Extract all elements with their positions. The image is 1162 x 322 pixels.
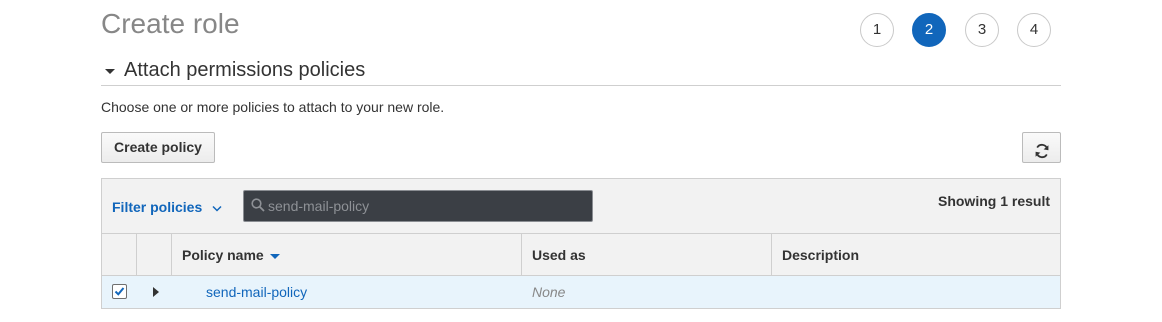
policy-name-header-label: Policy name	[182, 247, 264, 263]
expand-column-header	[137, 234, 172, 275]
search-box[interactable]	[243, 190, 593, 222]
step-3[interactable]: 3	[965, 13, 999, 47]
filter-policies-dropdown[interactable]: Filter policies	[112, 198, 222, 216]
used-as-column-header[interactable]: Used as	[522, 234, 772, 275]
policy-name-column-header[interactable]: Policy name	[172, 234, 522, 275]
policies-table: Filter policies Showing 1 result Policy …	[101, 178, 1061, 309]
filter-policies-label: Filter policies	[112, 199, 203, 215]
caret-down-icon[interactable]	[105, 69, 115, 74]
search-icon	[251, 198, 265, 212]
chevron-down-icon	[212, 205, 222, 212]
refresh-icon	[1035, 143, 1048, 158]
used-as-value: None	[532, 284, 566, 300]
select-column-header	[102, 234, 137, 275]
section-title: Attach permissions policies	[124, 59, 366, 81]
sort-desc-icon[interactable]	[269, 253, 280, 259]
used-as-header-label: Used as	[532, 247, 586, 263]
checkmark-icon	[114, 287, 125, 296]
refresh-button[interactable]	[1022, 132, 1061, 163]
page-title: Create role	[101, 8, 240, 39]
description-column-header[interactable]: Description	[772, 234, 1060, 275]
table-header-row: Policy name Used as Description	[102, 234, 1060, 276]
create-policy-button[interactable]: Create policy	[101, 132, 215, 163]
expand-row-icon[interactable]	[153, 287, 159, 297]
search-input[interactable]	[268, 191, 588, 221]
step-2[interactable]: 2	[912, 13, 946, 47]
policy-name-link[interactable]: send-mail-policy	[206, 283, 307, 301]
section-description: Choose one or more policies to attach to…	[101, 99, 445, 115]
step-1[interactable]: 1	[860, 13, 894, 47]
section-header[interactable]: Attach permissions policies	[101, 56, 1061, 86]
table-row[interactable]: send-mail-policy None	[102, 276, 1060, 308]
filter-bar: Filter policies Showing 1 result	[102, 179, 1060, 234]
step-4[interactable]: 4	[1017, 13, 1051, 47]
description-header-label: Description	[782, 247, 860, 263]
result-count: Showing 1 result	[937, 193, 1050, 209]
row-checkbox[interactable]	[112, 284, 127, 299]
